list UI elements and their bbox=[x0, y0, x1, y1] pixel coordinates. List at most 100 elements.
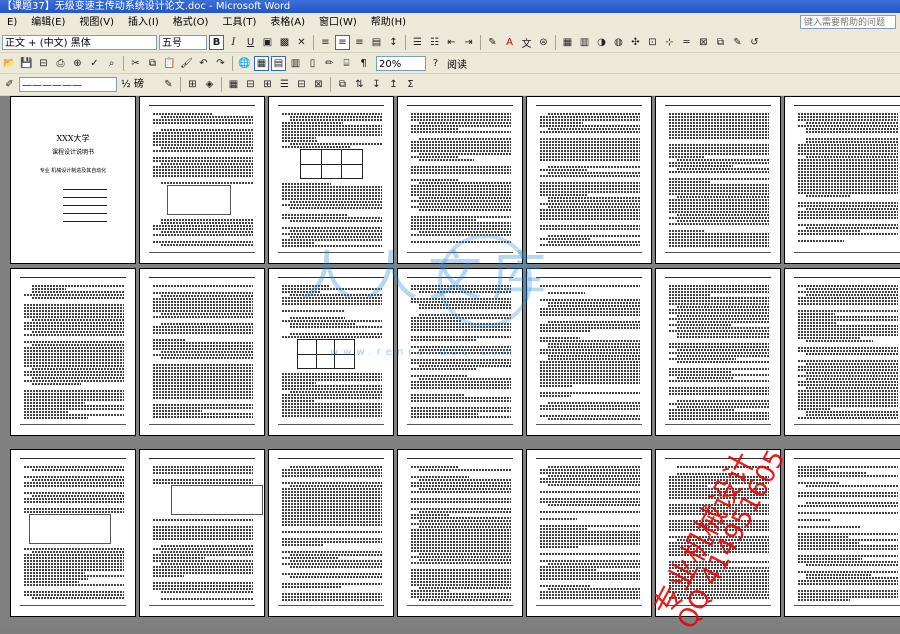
justify-icon[interactable]: ▤ bbox=[369, 35, 384, 50]
menu-format[interactable]: 格式(O) bbox=[166, 13, 216, 32]
increase-indent-icon[interactable]: ⇥ bbox=[461, 35, 476, 50]
autosum-icon[interactable]: Σ bbox=[403, 77, 418, 92]
enclose-char-icon[interactable]: ⊜ bbox=[536, 35, 551, 50]
page-thumbnail[interactable] bbox=[655, 449, 781, 617]
open-icon[interactable]: 📂 bbox=[2, 56, 17, 71]
bullets-icon[interactable]: ☷ bbox=[427, 35, 442, 50]
menu-table[interactable]: 表格(A) bbox=[263, 13, 312, 32]
page-thumbnail[interactable] bbox=[784, 96, 900, 264]
page-thumbnail[interactable] bbox=[397, 96, 523, 264]
undo-icon[interactable]: ↶ bbox=[196, 56, 211, 71]
format-painter-icon[interactable]: 🖌 bbox=[179, 56, 194, 71]
phonetic-icon[interactable]: 文 bbox=[519, 35, 534, 50]
hyperlink-icon[interactable]: 🌐 bbox=[237, 56, 252, 71]
document-workspace[interactable]: XXX大学 课程设计说明书 专业 机械设计制造及其自动化 bbox=[0, 96, 900, 627]
page-thumbnail[interactable] bbox=[526, 96, 652, 264]
menu-window[interactable]: 窗口(W) bbox=[312, 13, 364, 32]
shading-color-icon[interactable]: ◈ bbox=[202, 77, 217, 92]
cut-icon[interactable]: ✂ bbox=[128, 56, 143, 71]
autoformat-icon[interactable]: ⧉ bbox=[335, 77, 350, 92]
menu-insert[interactable]: 插入(I) bbox=[121, 13, 166, 32]
page-thumbnail[interactable] bbox=[784, 268, 900, 436]
page-thumbnail[interactable] bbox=[10, 449, 136, 617]
align-right-icon[interactable]: ≡ bbox=[352, 35, 367, 50]
print-preview-icon[interactable]: ⊕ bbox=[70, 56, 85, 71]
split-cells-icon[interactable]: ⊞ bbox=[260, 77, 275, 92]
drawing-icon[interactable]: ✏ bbox=[322, 56, 337, 71]
set-transparent-icon[interactable]: ✎ bbox=[730, 35, 745, 50]
picture-icon[interactable]: ▦ bbox=[560, 35, 575, 50]
sort-ascending-icon[interactable]: ↧ bbox=[369, 77, 384, 92]
insert-excel-icon[interactable]: ▥ bbox=[288, 56, 303, 71]
italic-button[interactable]: I bbox=[226, 35, 241, 50]
show-hide-icon[interactable]: ¶ bbox=[356, 56, 371, 71]
diagram-icon[interactable]: ✣ bbox=[628, 35, 643, 50]
tables-borders-icon[interactable]: ▦ bbox=[254, 55, 269, 71]
help-search-input[interactable]: 键入需要帮助的问题 bbox=[800, 15, 896, 29]
decrease-indent-icon[interactable]: ⇤ bbox=[444, 35, 459, 50]
page-thumbnail[interactable] bbox=[139, 449, 265, 617]
char-scale-icon[interactable]: ✕ bbox=[294, 35, 309, 50]
border-color-icon[interactable]: ✎ bbox=[161, 77, 176, 92]
bold-button[interactable]: B bbox=[209, 34, 224, 50]
save-icon[interactable]: 💾 bbox=[19, 56, 34, 71]
merge-cells-icon[interactable]: ⊟ bbox=[243, 77, 258, 92]
print-icon[interactable]: ⎙ bbox=[53, 56, 68, 71]
page-thumbnail[interactable] bbox=[268, 96, 394, 264]
menu-file[interactable]: E) bbox=[0, 13, 24, 32]
page-thumbnail[interactable] bbox=[784, 449, 900, 617]
distribute-columns-icon[interactable]: ⊠ bbox=[311, 77, 326, 92]
menu-view[interactable]: 视图(V) bbox=[72, 13, 121, 32]
text-direction-icon[interactable]: ⇅ bbox=[352, 77, 367, 92]
page-thumbnail[interactable] bbox=[526, 449, 652, 617]
shape-icon[interactable]: ◑ bbox=[594, 35, 609, 50]
columns-icon[interactable]: ▯ bbox=[305, 56, 320, 71]
insert-table-icon[interactable]: ▤ bbox=[271, 55, 286, 71]
align-cells-icon[interactable]: ☰ bbox=[277, 77, 292, 92]
page-thumbnail[interactable] bbox=[397, 268, 523, 436]
font-color-icon[interactable]: A bbox=[502, 35, 517, 50]
char-shading-icon[interactable]: ▩ bbox=[277, 35, 292, 50]
menu-tools[interactable]: 工具(T) bbox=[215, 13, 263, 32]
research-icon[interactable]: ⌕ bbox=[104, 56, 119, 71]
help-icon[interactable]: ? bbox=[428, 56, 443, 71]
grid-icon[interactable]: ▥ bbox=[577, 35, 592, 50]
menu-edit[interactable]: 编辑(E) bbox=[24, 13, 72, 32]
page-thumbnail[interactable] bbox=[526, 268, 652, 436]
page-thumbnail[interactable] bbox=[268, 449, 394, 617]
paste-icon[interactable]: 📋 bbox=[162, 56, 177, 71]
pencil-icon[interactable]: ✐ bbox=[2, 77, 17, 92]
style-combo[interactable]: 正文 + (中文) 黑体 bbox=[2, 34, 157, 50]
border-icon[interactable]: ⊞ bbox=[185, 77, 200, 92]
page-thumbnail[interactable] bbox=[268, 268, 394, 436]
distribute-rows-icon[interactable]: ⊟ bbox=[294, 77, 309, 92]
sort-descending-icon[interactable]: ↥ bbox=[386, 77, 401, 92]
page-thumbnail[interactable] bbox=[10, 268, 136, 436]
line-weight-combo[interactable]: ½ 磅 bbox=[119, 77, 159, 92]
char-border-icon[interactable]: ▣ bbox=[260, 35, 275, 50]
page-thumbnail[interactable] bbox=[655, 268, 781, 436]
redo-icon[interactable]: ↷ bbox=[213, 56, 228, 71]
format-picture-icon[interactable]: ⧉ bbox=[713, 35, 728, 50]
copy-icon[interactable]: ⧉ bbox=[145, 56, 160, 71]
zoom-combo[interactable]: 20% bbox=[376, 55, 426, 71]
line-style-combo[interactable]: —————— bbox=[19, 77, 117, 92]
page-thumbnail[interactable]: XXX大学 课程设计说明书 专业 机械设计制造及其自动化 bbox=[10, 96, 136, 264]
permission-icon[interactable]: ⊟ bbox=[36, 56, 51, 71]
align-center-icon[interactable]: ≡ bbox=[335, 34, 350, 50]
menu-help[interactable]: 帮助(H) bbox=[364, 13, 413, 32]
line-spacing-icon[interactable]: ↕ bbox=[386, 35, 401, 50]
numbering-icon[interactable]: ☰ bbox=[410, 35, 425, 50]
wordart-icon[interactable]: ◍ bbox=[611, 35, 626, 50]
page-thumbnail[interactable] bbox=[139, 96, 265, 264]
textbox-icon[interactable]: ⊡ bbox=[645, 35, 660, 50]
document-map-icon[interactable]: ⌸ bbox=[339, 56, 354, 71]
wrap-icon[interactable]: ⊠ bbox=[696, 35, 711, 50]
page-thumbnail[interactable] bbox=[139, 268, 265, 436]
insert-table-icon[interactable]: ▦ bbox=[226, 77, 241, 92]
align-left-icon[interactable]: ≡ bbox=[318, 35, 333, 50]
read-button[interactable]: 阅读 bbox=[445, 56, 469, 71]
page-thumbnail[interactable] bbox=[655, 96, 781, 264]
reset-picture-icon[interactable]: ↺ bbox=[747, 35, 762, 50]
font-size-combo[interactable]: 五号 bbox=[159, 34, 207, 50]
